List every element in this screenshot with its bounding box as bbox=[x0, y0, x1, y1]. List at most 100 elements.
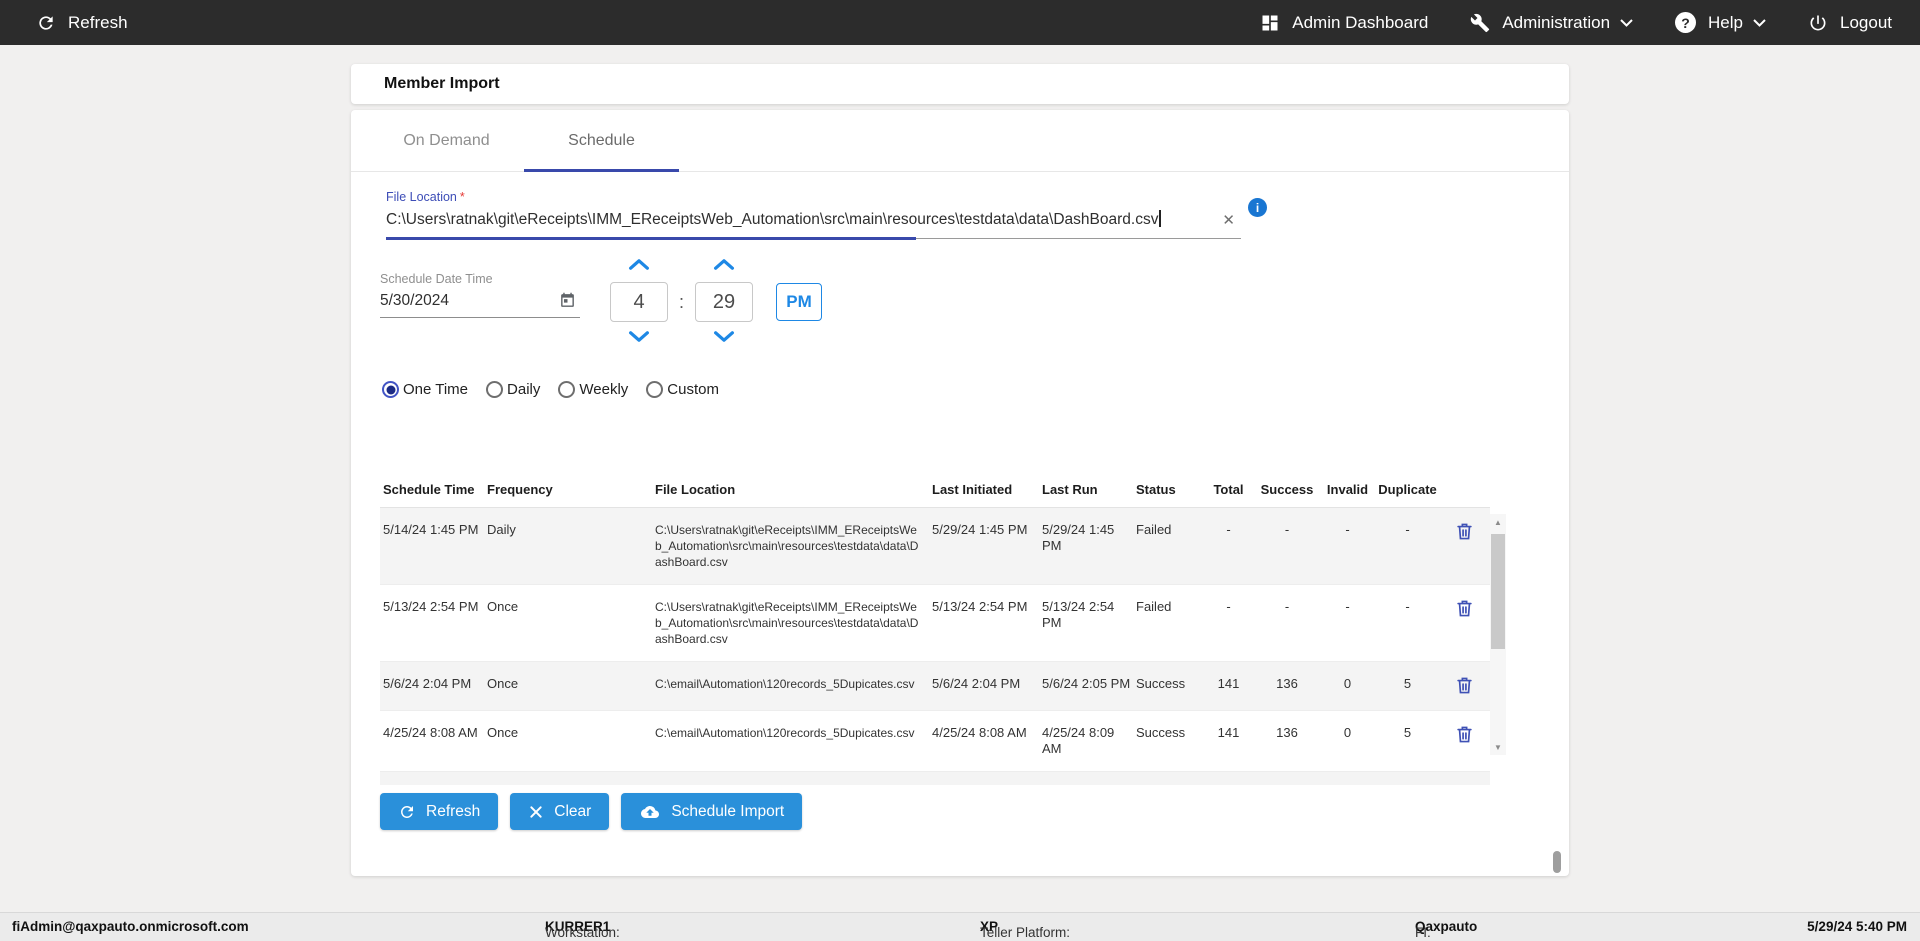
calendar-icon[interactable] bbox=[559, 292, 576, 314]
cell-last-run: 5/29/24 1:45 PM bbox=[1042, 522, 1115, 553]
hour-down-button[interactable] bbox=[627, 330, 651, 346]
radio-icon bbox=[486, 381, 504, 398]
schedule-date-label: Schedule Date Time bbox=[380, 272, 493, 286]
delete-row-button[interactable] bbox=[1456, 522, 1473, 542]
cell-file-location: C:\Users\ratnak\git\eReceipts\IMM_ERecei… bbox=[655, 523, 919, 569]
delete-row-button[interactable] bbox=[1456, 599, 1473, 619]
active-tab-indicator bbox=[524, 169, 679, 172]
column-header-status: Status bbox=[1136, 482, 1176, 497]
topbar-refresh-button[interactable]: Refresh bbox=[36, 13, 128, 33]
clear-x-icon bbox=[528, 804, 544, 820]
schedule-date-field: Schedule Date Time 5/30/2024 bbox=[380, 272, 580, 318]
cell-last-initiated: 5/6/24 2:04 PM bbox=[932, 676, 1021, 691]
cell-total: 141 bbox=[1217, 725, 1240, 740]
frequency-radio-group: One Time Daily Weekly Custom bbox=[382, 381, 719, 398]
minute-down-button[interactable] bbox=[712, 330, 736, 346]
cell-total: 141 bbox=[1217, 676, 1240, 691]
tab-schedule[interactable]: Schedule bbox=[524, 110, 679, 172]
info-icon[interactable]: i bbox=[1248, 198, 1267, 217]
tab-on-demand[interactable]: On Demand bbox=[369, 110, 524, 171]
chevron-down-icon bbox=[1753, 18, 1766, 27]
hour-input[interactable]: 4 bbox=[610, 282, 668, 322]
cell-frequency: Once bbox=[487, 725, 519, 740]
wrench-icon bbox=[1470, 13, 1490, 33]
logout-label: Logout bbox=[1840, 12, 1892, 32]
column-header-total: Total bbox=[1213, 482, 1244, 497]
page-header-card: Member Import bbox=[351, 64, 1569, 104]
cell-schedule-time: 5/14/24 1:45 PM bbox=[383, 522, 479, 537]
horizontal-scrollbar[interactable] bbox=[380, 772, 1490, 785]
delete-row-button[interactable] bbox=[1456, 676, 1473, 696]
cell-duplicate: 5 bbox=[1403, 676, 1412, 691]
radio-icon bbox=[646, 381, 664, 398]
administration-label: Administration bbox=[1502, 12, 1611, 32]
footer-datetime: 5/29/24 5:40 PM bbox=[1807, 919, 1907, 934]
date-underline bbox=[380, 317, 580, 318]
help-menu[interactable]: ? Help bbox=[1675, 12, 1766, 33]
minute-up-button[interactable] bbox=[712, 258, 736, 274]
cell-file-location: C:\email\Automation\120records_5Dupicate… bbox=[655, 726, 915, 740]
fi-info: FI: Qaxpauto bbox=[1415, 919, 1478, 940]
clear-x-icon[interactable]: ✕ bbox=[1222, 211, 1235, 229]
radio-daily[interactable]: Daily bbox=[486, 381, 540, 398]
refresh-icon bbox=[36, 13, 56, 33]
trash-icon bbox=[1456, 677, 1473, 698]
help-icon: ? bbox=[1675, 12, 1697, 33]
cell-actions bbox=[1439, 662, 1489, 710]
member-import-card: On Demand Schedule File Location * C:\Use… bbox=[351, 110, 1569, 876]
scrollbar-thumb[interactable] bbox=[1491, 534, 1505, 649]
cell-frequency: Once bbox=[487, 599, 519, 614]
cell-status: Success bbox=[1136, 725, 1186, 740]
admin-dashboard-button[interactable]: Admin Dashboard bbox=[1260, 13, 1428, 33]
schedule-import-button[interactable]: Schedule Import bbox=[621, 793, 803, 830]
scroll-down-arrow-icon[interactable]: ▼ bbox=[1490, 739, 1506, 755]
administration-menu[interactable]: Administration bbox=[1470, 13, 1633, 33]
cell-total: - bbox=[1226, 522, 1231, 537]
column-header-frequency: Frequency bbox=[487, 482, 553, 497]
page-title: Member Import bbox=[384, 75, 500, 92]
file-location-input[interactable]: C:\Users\ratnak\git\eReceipts\IMM_ERecei… bbox=[386, 211, 1158, 228]
refresh-button[interactable]: Refresh bbox=[380, 793, 499, 830]
vertical-scrollbar[interactable]: ▲ ▼ bbox=[1490, 514, 1506, 755]
cell-file-location: C:\Users\ratnak\git\eReceipts\IMM_ERecei… bbox=[655, 600, 919, 646]
cell-last-run: 4/25/24 8:09 AM bbox=[1042, 725, 1115, 756]
cell-file-location: C:\email\Automation\120records_5Dupicate… bbox=[655, 677, 915, 691]
cell-last-initiated: 4/25/24 8:08 AM bbox=[932, 725, 1027, 740]
cell-duplicate: - bbox=[1405, 599, 1410, 614]
hour-up-button[interactable] bbox=[627, 258, 651, 274]
radio-weekly[interactable]: Weekly bbox=[558, 381, 628, 398]
column-header-last-run: Last Run bbox=[1042, 482, 1098, 497]
meridiem-toggle[interactable]: PM bbox=[776, 283, 823, 321]
help-label: Help bbox=[1708, 12, 1743, 32]
column-header-last-initiated: Last Initiated bbox=[932, 482, 1013, 497]
radio-one-time[interactable]: One Time bbox=[382, 381, 468, 398]
chevron-up-icon bbox=[627, 258, 651, 274]
column-header-file-location: File Location bbox=[655, 482, 736, 497]
trash-icon bbox=[1456, 523, 1473, 544]
cell-invalid: 0 bbox=[1343, 676, 1352, 691]
card-scrollbar-thumb[interactable] bbox=[1553, 851, 1561, 873]
required-marker: * bbox=[459, 190, 465, 204]
table-row: 5/13/24 2:54 PM Once C:\Users\ratnak\git… bbox=[380, 585, 1490, 662]
chevron-down-icon bbox=[712, 330, 736, 346]
clear-button[interactable]: Clear bbox=[510, 793, 610, 830]
workstation-info: Workstation: KURRER1 bbox=[545, 919, 620, 940]
cell-status: Failed bbox=[1136, 522, 1172, 537]
logged-in-user: fiAdmin@qaxpauto.onmicrosoft.com bbox=[12, 919, 249, 934]
table-row: 4/25/24 8:08 AM Once C:\email\Automation… bbox=[380, 711, 1490, 772]
column-header-invalid: Invalid bbox=[1326, 482, 1369, 497]
cloud-upload-icon bbox=[639, 803, 661, 821]
cell-last-run: 5/13/24 2:54 PM bbox=[1042, 599, 1115, 630]
schedule-date-input[interactable]: 5/30/2024 bbox=[380, 292, 449, 309]
scroll-up-arrow-icon[interactable]: ▲ bbox=[1490, 514, 1506, 530]
minute-input[interactable]: 29 bbox=[695, 282, 754, 322]
cell-schedule-time: 5/6/24 2:04 PM bbox=[383, 676, 472, 691]
radio-icon bbox=[382, 381, 399, 398]
table-row: 5/6/24 2:04 PM Once C:\email\Automation\… bbox=[380, 662, 1490, 711]
delete-row-button[interactable] bbox=[1456, 725, 1473, 745]
radio-custom[interactable]: Custom bbox=[646, 381, 719, 398]
logout-button[interactable]: Logout bbox=[1808, 13, 1892, 33]
file-location-field: File Location * C:\Users\ratnak\git\eRece… bbox=[386, 190, 1286, 240]
cell-last-initiated: 5/29/24 1:45 PM bbox=[932, 522, 1028, 537]
chevron-down-icon bbox=[627, 330, 651, 346]
